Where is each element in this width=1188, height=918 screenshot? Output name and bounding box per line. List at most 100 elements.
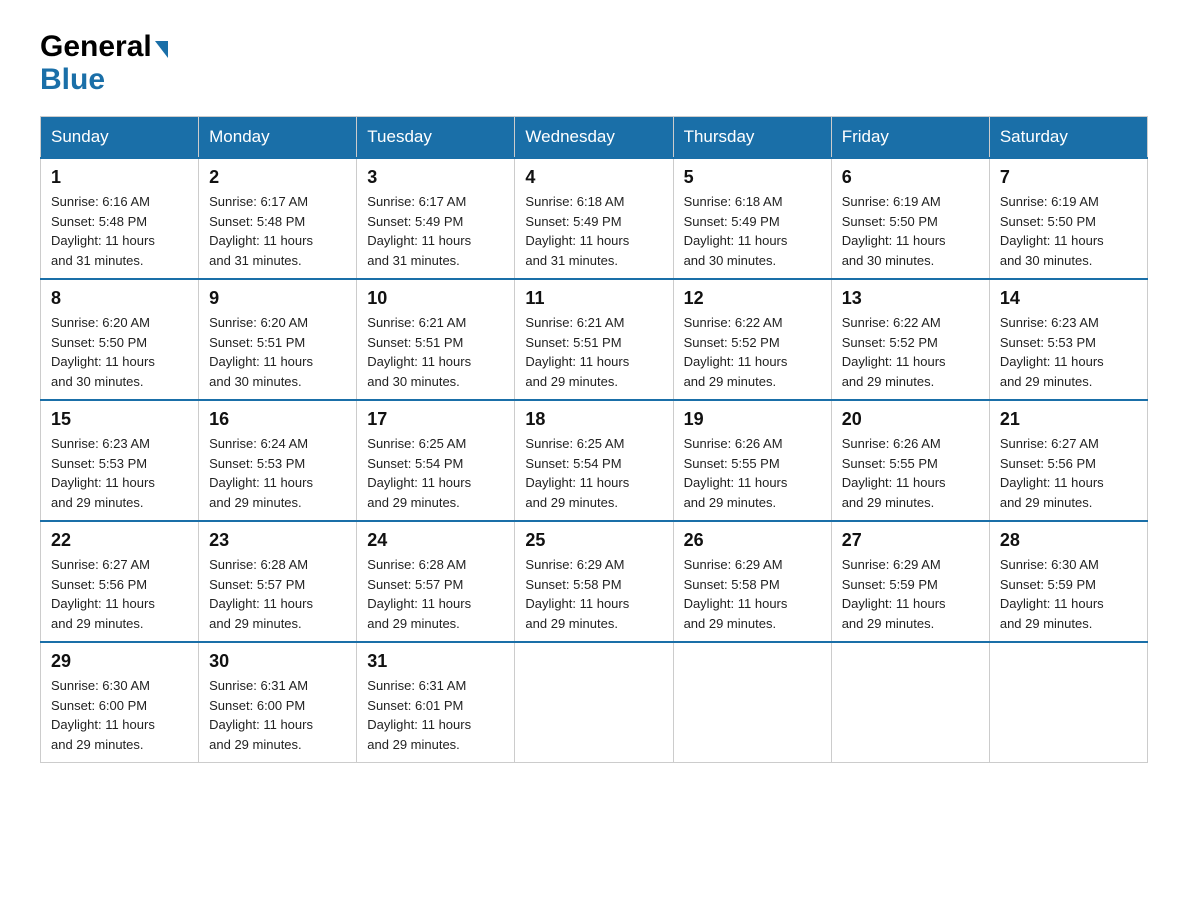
day-info: Sunrise: 6:17 AMSunset: 5:49 PMDaylight:… bbox=[367, 192, 504, 270]
day-number: 5 bbox=[684, 167, 821, 188]
day-number: 2 bbox=[209, 167, 346, 188]
calendar-cell: 17Sunrise: 6:25 AMSunset: 5:54 PMDayligh… bbox=[357, 400, 515, 521]
logo-triangle-icon bbox=[155, 41, 168, 58]
calendar-cell: 18 Sunrise: 6:25 AMSunset: 5:54 PMDayligh… bbox=[515, 400, 673, 521]
calendar-cell bbox=[989, 642, 1147, 763]
day-info: Sunrise: 6:26 AMSunset: 5:55 PMDaylight:… bbox=[842, 434, 979, 512]
day-info: Sunrise: 6:23 AMSunset: 5:53 PMDaylight:… bbox=[51, 434, 188, 512]
calendar-cell: 9 Sunrise: 6:20 AMSunset: 5:51 PMDaylight… bbox=[199, 279, 357, 400]
logo-line1: General bbox=[40, 30, 169, 63]
calendar-cell: 21 Sunrise: 6:27 AMSunset: 5:56 PMDayligh… bbox=[989, 400, 1147, 521]
calendar-cell: 30 Sunrise: 6:31 AMSunset: 6:00 PMDayligh… bbox=[199, 642, 357, 763]
calendar-cell: 22Sunrise: 6:27 AMSunset: 5:56 PMDayligh… bbox=[41, 521, 199, 642]
day-number: 30 bbox=[209, 651, 346, 672]
calendar-cell: 20 Sunrise: 6:26 AMSunset: 5:55 PMDayligh… bbox=[831, 400, 989, 521]
logo-blue: Blue bbox=[40, 63, 105, 96]
calendar-cell: 14 Sunrise: 6:23 AMSunset: 5:53 PMDayligh… bbox=[989, 279, 1147, 400]
calendar-cell: 19 Sunrise: 6:26 AMSunset: 5:55 PMDayligh… bbox=[673, 400, 831, 521]
day-of-week-header: Sunday bbox=[41, 117, 199, 159]
day-number: 27 bbox=[842, 530, 979, 551]
calendar-cell: 4 Sunrise: 6:18 AMSunset: 5:49 PMDaylight… bbox=[515, 158, 673, 279]
calendar-cell: 16Sunrise: 6:24 AMSunset: 5:53 PMDayligh… bbox=[199, 400, 357, 521]
day-number: 26 bbox=[684, 530, 821, 551]
calendar-cell: 5 Sunrise: 6:18 AMSunset: 5:49 PMDaylight… bbox=[673, 158, 831, 279]
calendar-week-row: 1Sunrise: 6:16 AMSunset: 5:48 PMDaylight… bbox=[41, 158, 1148, 279]
day-number: 7 bbox=[1000, 167, 1137, 188]
calendar-cell: 1Sunrise: 6:16 AMSunset: 5:48 PMDaylight… bbox=[41, 158, 199, 279]
calendar-cell: 11Sunrise: 6:21 AMSunset: 5:51 PMDayligh… bbox=[515, 279, 673, 400]
day-info: Sunrise: 6:29 AMSunset: 5:58 PMDaylight:… bbox=[525, 555, 662, 633]
day-info: Sunrise: 6:19 AMSunset: 5:50 PMDaylight:… bbox=[1000, 192, 1137, 270]
calendar-cell: 8 Sunrise: 6:20 AMSunset: 5:50 PMDaylight… bbox=[41, 279, 199, 400]
day-info: Sunrise: 6:25 AMSunset: 5:54 PMDaylight:… bbox=[525, 434, 662, 512]
day-info: Sunrise: 6:27 AMSunset: 5:56 PMDaylight:… bbox=[1000, 434, 1137, 512]
day-of-week-header: Friday bbox=[831, 117, 989, 159]
day-info: Sunrise: 6:24 AMSunset: 5:53 PMDaylight:… bbox=[209, 434, 346, 512]
day-number: 24 bbox=[367, 530, 504, 551]
day-info: Sunrise: 6:18 AMSunset: 5:49 PMDaylight:… bbox=[525, 192, 662, 270]
day-number: 21 bbox=[1000, 409, 1137, 430]
logo-container: General Blue bbox=[40, 30, 169, 96]
calendar-cell: 3 Sunrise: 6:17 AMSunset: 5:49 PMDaylight… bbox=[357, 158, 515, 279]
day-of-week-header: Thursday bbox=[673, 117, 831, 159]
calendar-cell: 7 Sunrise: 6:19 AMSunset: 5:50 PMDaylight… bbox=[989, 158, 1147, 279]
day-info: Sunrise: 6:22 AMSunset: 5:52 PMDaylight:… bbox=[842, 313, 979, 391]
logo-line2: Blue bbox=[40, 63, 169, 96]
day-info: Sunrise: 6:29 AMSunset: 5:58 PMDaylight:… bbox=[684, 555, 821, 633]
day-info: Sunrise: 6:23 AMSunset: 5:53 PMDaylight:… bbox=[1000, 313, 1137, 391]
page-header: General Blue bbox=[40, 30, 1148, 96]
day-number: 13 bbox=[842, 288, 979, 309]
day-number: 25 bbox=[525, 530, 662, 551]
day-number: 4 bbox=[525, 167, 662, 188]
day-info: Sunrise: 6:27 AMSunset: 5:56 PMDaylight:… bbox=[51, 555, 188, 633]
day-number: 8 bbox=[51, 288, 188, 309]
day-of-week-header: Wednesday bbox=[515, 117, 673, 159]
calendar-cell: 26 Sunrise: 6:29 AMSunset: 5:58 PMDayligh… bbox=[673, 521, 831, 642]
calendar-cell: 24Sunrise: 6:28 AMSunset: 5:57 PMDayligh… bbox=[357, 521, 515, 642]
calendar-week-row: 29Sunrise: 6:30 AMSunset: 6:00 PMDayligh… bbox=[41, 642, 1148, 763]
day-number: 20 bbox=[842, 409, 979, 430]
day-info: Sunrise: 6:28 AMSunset: 5:57 PMDaylight:… bbox=[209, 555, 346, 633]
day-of-week-header: Saturday bbox=[989, 117, 1147, 159]
day-of-week-header: Monday bbox=[199, 117, 357, 159]
day-number: 23 bbox=[209, 530, 346, 551]
day-info: Sunrise: 6:30 AMSunset: 6:00 PMDaylight:… bbox=[51, 676, 188, 754]
calendar-cell: 25 Sunrise: 6:29 AMSunset: 5:58 PMDayligh… bbox=[515, 521, 673, 642]
day-number: 18 bbox=[525, 409, 662, 430]
calendar-cell: 13 Sunrise: 6:22 AMSunset: 5:52 PMDayligh… bbox=[831, 279, 989, 400]
day-number: 3 bbox=[367, 167, 504, 188]
day-info: Sunrise: 6:31 AMSunset: 6:00 PMDaylight:… bbox=[209, 676, 346, 754]
day-info: Sunrise: 6:20 AMSunset: 5:51 PMDaylight:… bbox=[209, 313, 346, 391]
day-number: 11 bbox=[525, 288, 662, 309]
calendar-cell bbox=[831, 642, 989, 763]
day-of-week-header: Tuesday bbox=[357, 117, 515, 159]
day-info: Sunrise: 6:29 AMSunset: 5:59 PMDaylight:… bbox=[842, 555, 979, 633]
day-info: Sunrise: 6:31 AMSunset: 6:01 PMDaylight:… bbox=[367, 676, 504, 754]
calendar-week-row: 8 Sunrise: 6:20 AMSunset: 5:50 PMDaylight… bbox=[41, 279, 1148, 400]
day-info: Sunrise: 6:25 AMSunset: 5:54 PMDaylight:… bbox=[367, 434, 504, 512]
calendar-cell: 28Sunrise: 6:30 AMSunset: 5:59 PMDayligh… bbox=[989, 521, 1147, 642]
calendar-cell: 27 Sunrise: 6:29 AMSunset: 5:59 PMDayligh… bbox=[831, 521, 989, 642]
day-info: Sunrise: 6:16 AMSunset: 5:48 PMDaylight:… bbox=[51, 192, 188, 270]
day-number: 31 bbox=[367, 651, 504, 672]
logo-general: General bbox=[40, 30, 152, 63]
day-number: 19 bbox=[684, 409, 821, 430]
day-info: Sunrise: 6:20 AMSunset: 5:50 PMDaylight:… bbox=[51, 313, 188, 391]
calendar-cell: 2Sunrise: 6:17 AMSunset: 5:48 PMDaylight… bbox=[199, 158, 357, 279]
calendar-cell: 15 Sunrise: 6:23 AMSunset: 5:53 PMDayligh… bbox=[41, 400, 199, 521]
day-number: 15 bbox=[51, 409, 188, 430]
calendar-cell: 6 Sunrise: 6:19 AMSunset: 5:50 PMDaylight… bbox=[831, 158, 989, 279]
day-info: Sunrise: 6:18 AMSunset: 5:49 PMDaylight:… bbox=[684, 192, 821, 270]
day-info: Sunrise: 6:26 AMSunset: 5:55 PMDaylight:… bbox=[684, 434, 821, 512]
day-number: 9 bbox=[209, 288, 346, 309]
logo: General Blue bbox=[40, 30, 169, 96]
day-info: Sunrise: 6:21 AMSunset: 5:51 PMDaylight:… bbox=[367, 313, 504, 391]
calendar-week-row: 22Sunrise: 6:27 AMSunset: 5:56 PMDayligh… bbox=[41, 521, 1148, 642]
calendar-cell: 31 Sunrise: 6:31 AMSunset: 6:01 PMDayligh… bbox=[357, 642, 515, 763]
calendar-cell bbox=[673, 642, 831, 763]
day-info: Sunrise: 6:30 AMSunset: 5:59 PMDaylight:… bbox=[1000, 555, 1137, 633]
day-info: Sunrise: 6:19 AMSunset: 5:50 PMDaylight:… bbox=[842, 192, 979, 270]
day-number: 12 bbox=[684, 288, 821, 309]
day-number: 6 bbox=[842, 167, 979, 188]
day-number: 14 bbox=[1000, 288, 1137, 309]
